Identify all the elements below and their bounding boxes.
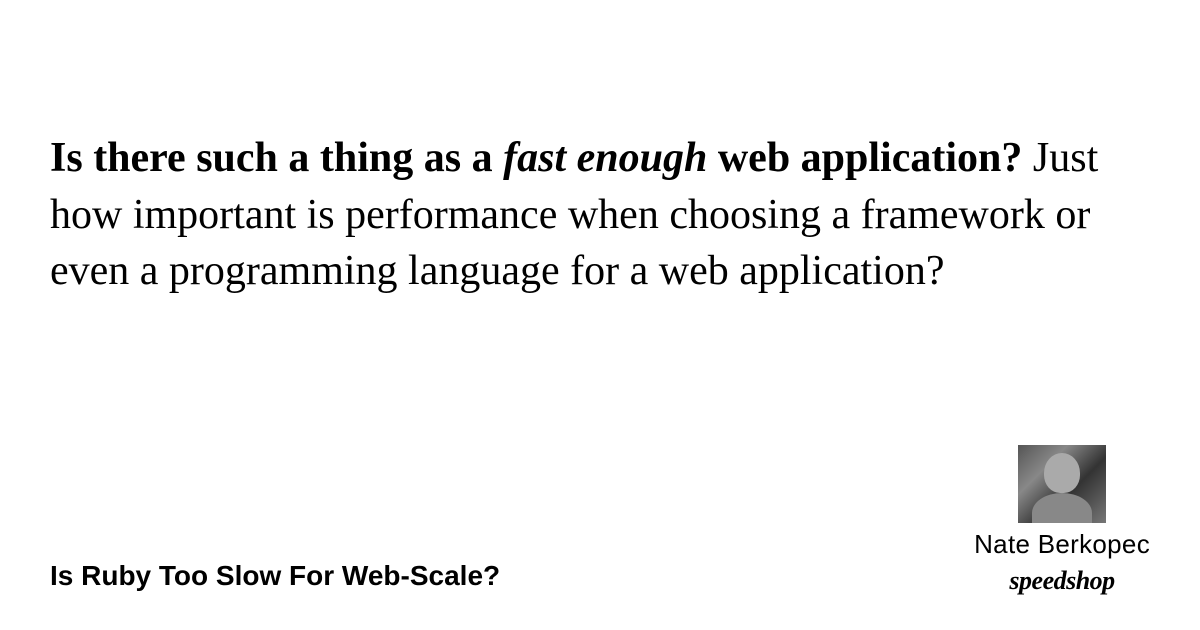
article-title: Is Ruby Too Slow For Web-Scale? <box>50 560 500 596</box>
author-name: Nate Berkopec <box>974 529 1150 560</box>
author-avatar <box>1018 445 1106 523</box>
footer: Is Ruby Too Slow For Web-Scale? Nate Ber… <box>50 445 1150 596</box>
emphasis-phrase: fast enough <box>503 135 707 181</box>
lead-question: Is there such a thing as a fast enough w… <box>50 135 1022 181</box>
author-block: Nate Berkopec speedshop <box>974 445 1150 596</box>
summary-paragraph: Is there such a thing as a fast enough w… <box>50 130 1150 300</box>
brand-name: speedshop <box>1009 566 1114 596</box>
